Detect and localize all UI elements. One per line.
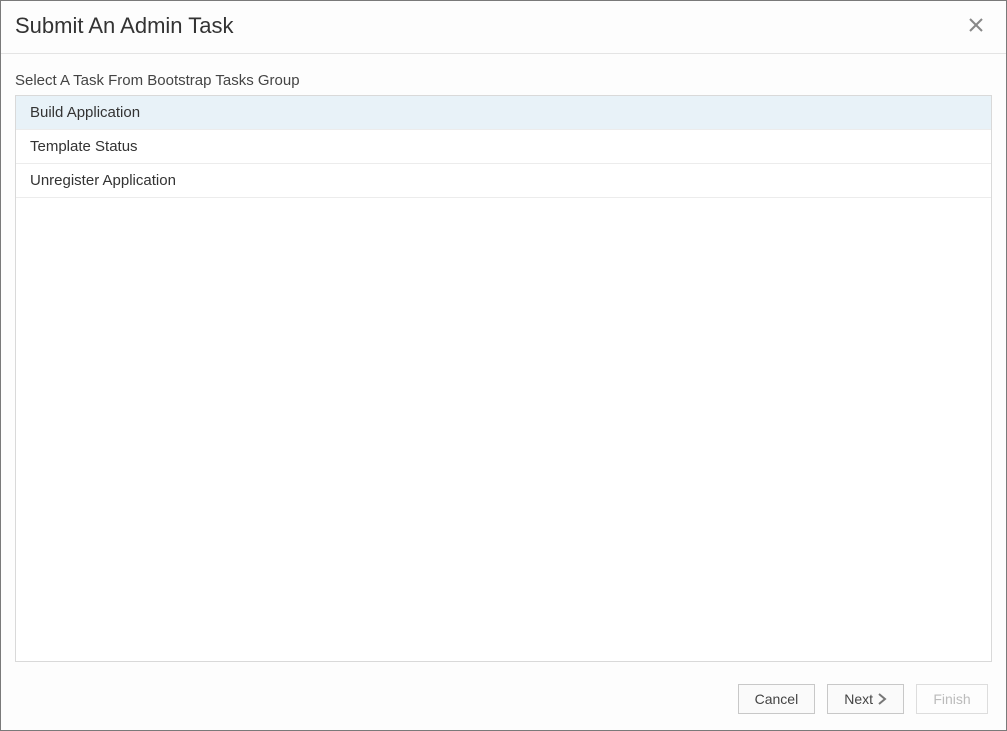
task-item-label: Template Status (30, 138, 138, 155)
cancel-button[interactable]: Cancel (738, 684, 816, 714)
finish-button: Finish (916, 684, 988, 714)
finish-button-label: Finish (933, 691, 970, 707)
dialog-title: Submit An Admin Task (15, 13, 234, 39)
next-button[interactable]: Next (827, 684, 904, 714)
dialog-footer: Cancel Next Finish (1, 672, 1006, 730)
cancel-button-label: Cancel (755, 691, 799, 707)
task-item-build-application[interactable]: Build Application (16, 96, 991, 130)
task-item-template-status[interactable]: Template Status (16, 130, 991, 164)
task-list: Build Application Template Status Unregi… (15, 95, 992, 662)
instruction-text: Select A Task From Bootstrap Tasks Group (15, 72, 992, 89)
close-icon (969, 15, 983, 38)
chevron-right-icon (877, 693, 887, 705)
next-button-label: Next (844, 691, 873, 707)
task-item-label: Unregister Application (30, 172, 176, 189)
dialog-window: Submit An Admin Task Select A Task From … (0, 0, 1007, 731)
close-button[interactable] (964, 14, 988, 38)
task-item-label: Build Application (30, 104, 140, 121)
dialog-body: Select A Task From Bootstrap Tasks Group… (1, 54, 1006, 672)
task-item-unregister-application[interactable]: Unregister Application (16, 164, 991, 198)
dialog-header: Submit An Admin Task (1, 1, 1006, 54)
